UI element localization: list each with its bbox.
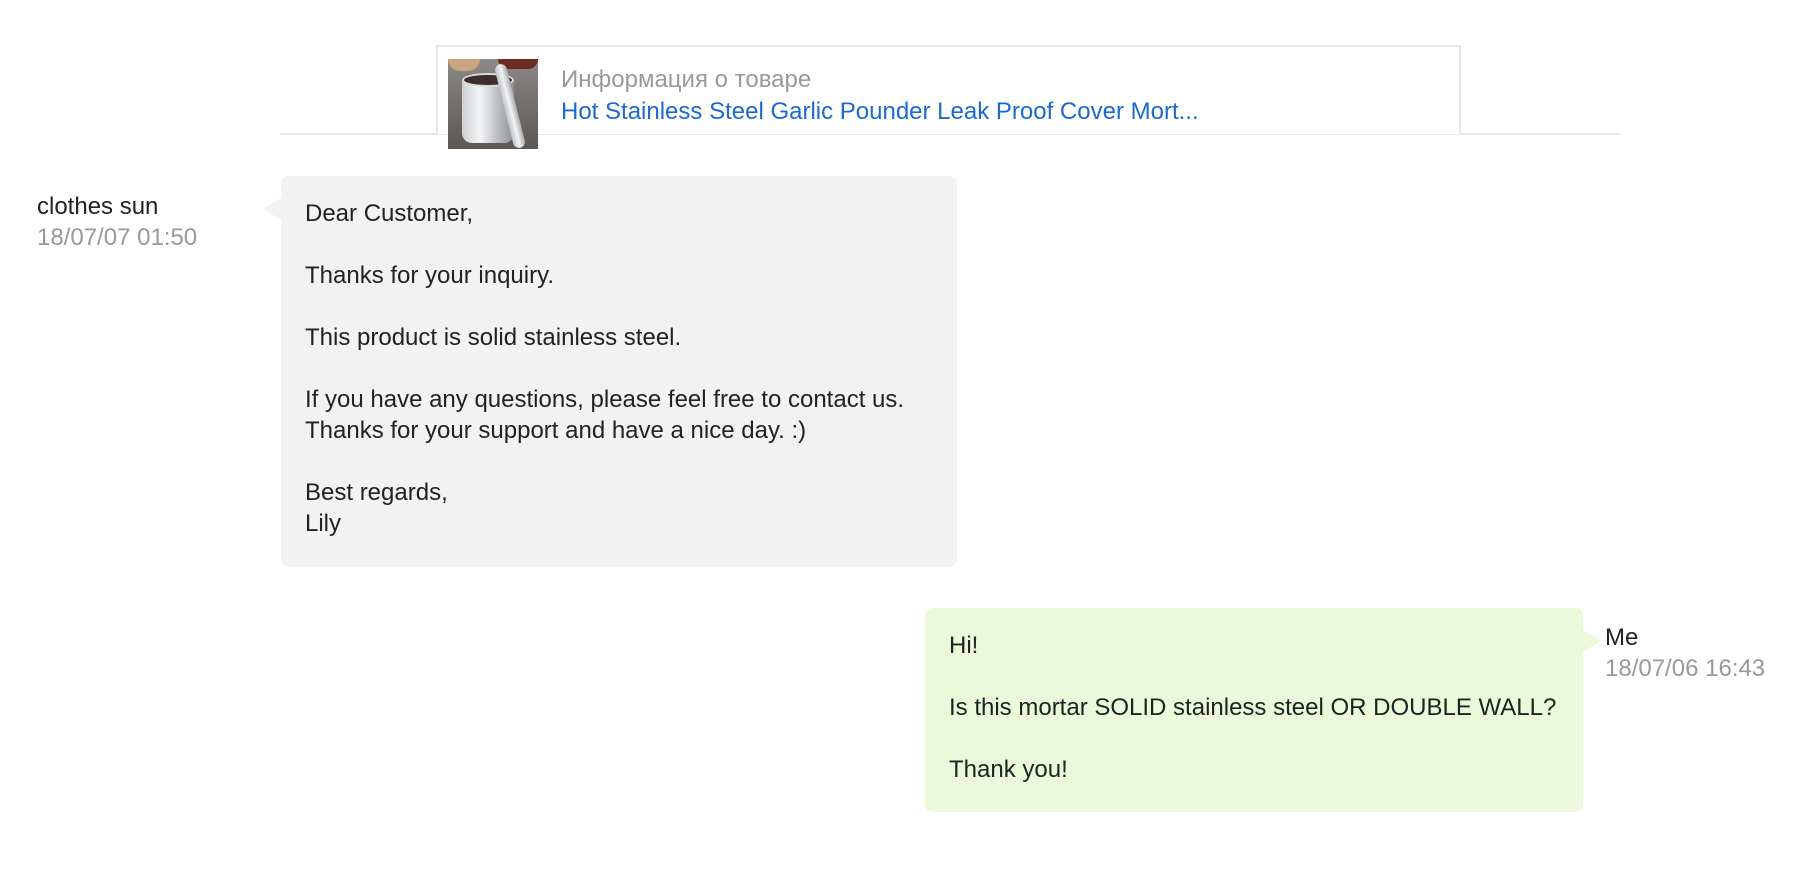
outgoing-timestamp: 18/07/06 16:43 — [1605, 655, 1766, 682]
message-line: Is this mortar SOLID stainless steel OR … — [949, 694, 1557, 721]
message-line: Dear Customer, — [305, 200, 474, 227]
message-line: Best regards, — [305, 479, 448, 506]
incoming-timestamp: 18/07/07 01:50 — [37, 224, 198, 251]
outgoing-message-bubble: Hi! Is this mortar SOLID stainless steel… — [925, 608, 1601, 812]
message-line: This product is solid stainless steel. — [305, 324, 682, 351]
product-thumbnail[interactable] — [448, 59, 538, 149]
message-line: Thanks for your inquiry. — [305, 262, 554, 289]
message-line: If you have any questions, please feel f… — [305, 386, 905, 413]
thumbnail-bowl-decor — [448, 59, 480, 71]
outgoing-sender-name: Me — [1605, 624, 1639, 651]
message-line: Thank you! — [949, 756, 1068, 783]
product-title-link[interactable]: Hot Stainless Steel Garlic Pounder Leak … — [561, 98, 1199, 126]
incoming-sender-name: clothes sun — [37, 193, 159, 220]
message-line: Thanks for your support and have a nice … — [305, 417, 807, 444]
message-line: Lily — [305, 510, 342, 537]
chat-page: Информация о товаре Hot Stainless Steel … — [0, 0, 1800, 870]
message-line: Hi! — [949, 632, 979, 659]
product-info-card: Информация о товаре Hot Stainless Steel … — [436, 45, 1461, 149]
product-info-label: Информация о товаре — [561, 66, 812, 93]
incoming-message-bubble: Dear Customer, Thanks for your inquiry. … — [263, 176, 957, 567]
